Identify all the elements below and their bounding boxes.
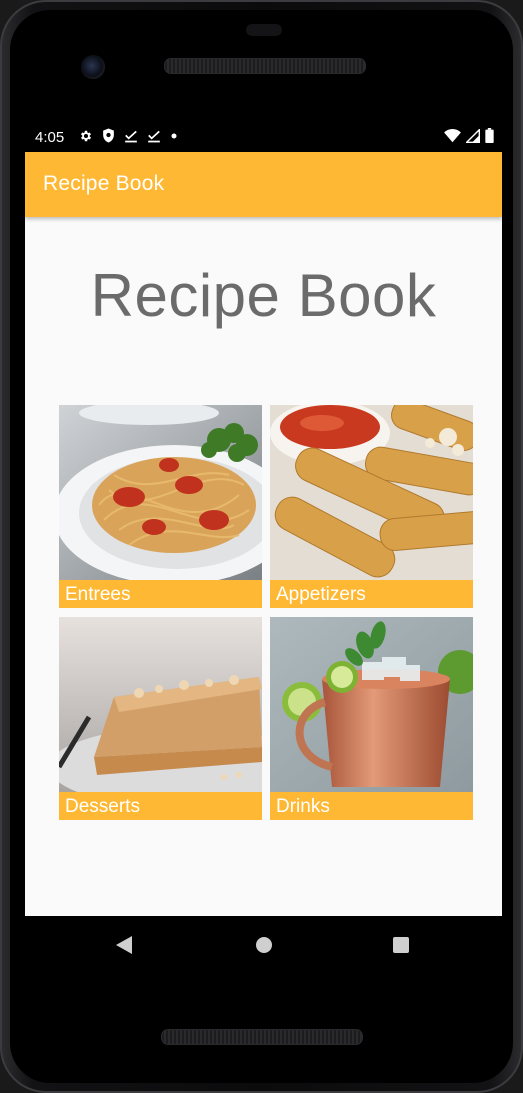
download-done-icon (147, 129, 161, 143)
status-icons-left (79, 128, 178, 143)
front-camera (81, 55, 105, 79)
status-bar: 4:05 (25, 120, 502, 152)
main-content: Recipe Book Entrees Appetizers Desserts … (25, 217, 502, 916)
battery-icon (485, 128, 494, 143)
back-icon[interactable] (115, 935, 133, 960)
device-frame: 4:05 Recipe Book Recipe Book Entrees App… (0, 0, 523, 1093)
proximity-sensor (246, 24, 282, 36)
category-tile-appetizers[interactable]: Appetizers (270, 405, 473, 608)
spaghetti-photo (59, 405, 262, 580)
earpiece-speaker (164, 58, 366, 74)
navigation-bar (25, 916, 502, 974)
category-tile-entrees[interactable]: Entrees (59, 405, 262, 608)
category-label: Drinks (270, 792, 473, 820)
bottom-speaker (161, 1029, 363, 1045)
pie-slice-photo (59, 617, 262, 792)
shield-icon (102, 128, 115, 143)
wifi-icon (444, 128, 461, 143)
notification-dot-icon (170, 132, 178, 140)
signal-icon (466, 128, 480, 143)
status-time: 4:05 (35, 129, 65, 146)
screen: 4:05 Recipe Book Recipe Book Entrees App… (25, 120, 502, 916)
category-label: Desserts (59, 792, 262, 820)
home-icon[interactable] (255, 936, 273, 959)
app-bar: Recipe Book (25, 152, 502, 217)
download-done-icon (124, 129, 138, 143)
app-bar-title: Recipe Book (43, 172, 165, 195)
category-tile-drinks[interactable]: Drinks (270, 617, 473, 820)
recents-icon[interactable] (392, 936, 410, 959)
category-label: Entrees (59, 580, 262, 608)
page-heading: Recipe Book (90, 262, 437, 329)
mozzarella-sticks-photo (270, 405, 473, 580)
moscow-mule-photo (270, 617, 473, 792)
category-label: Appetizers (270, 580, 473, 608)
category-tile-desserts[interactable]: Desserts (59, 617, 262, 820)
status-icons-right (444, 128, 494, 143)
settings-icon (79, 129, 93, 143)
